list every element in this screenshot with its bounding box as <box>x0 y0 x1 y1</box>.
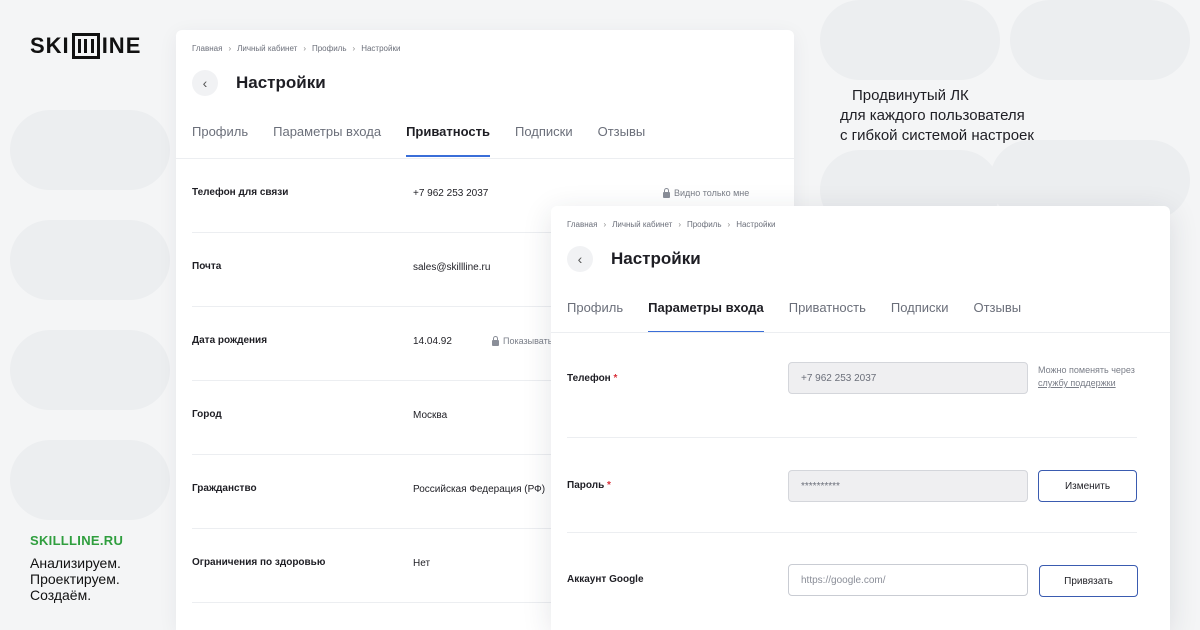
logo-text-left: SKI <box>30 33 70 58</box>
breadcrumb-item: Настройки <box>361 44 401 53</box>
visibility-label: Видно только мне <box>674 188 750 198</box>
tab-subscriptions[interactable]: Подписки <box>891 300 949 333</box>
chevron-right-icon: › <box>352 44 356 53</box>
chevron-right-icon: › <box>303 44 306 53</box>
password-label-text: Пароль <box>567 480 605 491</box>
row-label: Город <box>192 409 222 420</box>
row-value: sales@skillline.ru <box>413 262 491 273</box>
logo-text-right: INE <box>101 33 142 58</box>
tab-privacy[interactable]: Приватность <box>789 300 866 333</box>
lock-icon <box>663 187 670 198</box>
tab-login-params[interactable]: Параметры входа <box>648 300 764 333</box>
row-label: Ограничения по здоровью <box>192 557 326 568</box>
back-button[interactable]: ‹ <box>192 70 218 96</box>
row-value: 14.04.92 <box>413 336 452 347</box>
brand-url: SKILLLINE.RU <box>30 533 124 548</box>
visibility-selector[interactable]: Показывать <box>492 335 553 346</box>
breadcrumb: Главная › Личный кабинет › Профиль › Нас… <box>192 44 400 53</box>
visibility-label: Показывать <box>503 336 553 346</box>
breadcrumb-item: Настройки <box>736 220 776 229</box>
row-value: Нет <box>413 558 431 569</box>
bg-decor <box>10 330 170 410</box>
brand-line: Анализируем. <box>30 555 121 571</box>
change-password-button[interactable]: Изменить <box>1038 470 1137 502</box>
login-row-password: Пароль * ********** Изменить <box>567 439 1137 533</box>
back-button[interactable]: ‹ <box>567 246 593 272</box>
row-label: Телефон для связи <box>192 187 289 198</box>
chevron-left-icon: ‹ <box>202 75 208 91</box>
tab-subscriptions[interactable]: Подписки <box>515 124 573 157</box>
tagline: Продвинутый ЛК для каждого пользователя … <box>840 86 1034 146</box>
chevron-right-icon: › <box>603 220 607 229</box>
logo-mark-icon <box>71 33 100 59</box>
logo: SKI INE <box>30 33 141 59</box>
tagline-line: с гибкой системой настроек <box>840 127 1034 144</box>
google-account-input[interactable]: https://google.com/ <box>788 564 1028 596</box>
tab-login-params[interactable]: Параметры входа <box>273 124 381 157</box>
tabs: Профиль Параметры входа Приватность Подп… <box>192 124 645 157</box>
chevron-right-icon: › <box>678 220 681 229</box>
chevron-right-icon: › <box>228 44 232 53</box>
page-header: ‹ Настройки <box>192 70 326 96</box>
chevron-right-icon: › <box>727 220 731 229</box>
phone-hint: Можно поменять через службу поддержки <box>1038 364 1135 390</box>
link-google-button[interactable]: Привязать <box>1039 565 1138 597</box>
page-title: Настройки <box>611 249 701 268</box>
tabs: Профиль Параметры входа Приватность Подп… <box>567 300 1021 333</box>
row-label: Дата рождения <box>192 335 268 346</box>
breadcrumb-item[interactable]: Главная <box>192 44 222 53</box>
row-value: +7 962 253 2037 <box>413 188 489 199</box>
phone-hint-text: Можно поменять через <box>1038 365 1135 375</box>
password-field: ********** <box>788 470 1028 502</box>
google-label: Аккаунт Google <box>567 574 644 585</box>
page-header: ‹ Настройки <box>567 246 701 272</box>
bg-decor <box>1010 0 1190 80</box>
tab-profile[interactable]: Профиль <box>192 124 248 157</box>
required-mark: * <box>613 373 618 384</box>
lock-icon <box>492 335 499 346</box>
brand-line: Создаём. <box>30 587 92 603</box>
bg-decor <box>10 110 170 190</box>
tab-reviews[interactable]: Отзывы <box>598 124 646 157</box>
row-value: Российская Федерация (РФ) <box>413 484 546 495</box>
phone-label-text: Телефон <box>567 373 611 384</box>
phone-label: Телефон * <box>567 373 617 384</box>
login-row-google: Аккаунт Google https://google.com/ Привя… <box>567 534 1138 630</box>
login-row-phone: Телефон * +7 962 253 2037 Можно поменять… <box>567 333 1137 438</box>
visibility-selector[interactable]: Видно только мне <box>663 187 750 198</box>
breadcrumb-item[interactable]: Личный кабинет <box>237 44 297 53</box>
tagline-line: Продвинутый ЛК <box>852 87 969 104</box>
row-label: Гражданство <box>192 483 257 494</box>
support-link[interactable]: службу поддержки <box>1038 378 1116 388</box>
tagline-line: для каждого пользователя <box>840 107 1025 124</box>
breadcrumb-item[interactable]: Профиль <box>312 44 347 53</box>
breadcrumb-item[interactable]: Профиль <box>687 220 722 229</box>
tab-profile[interactable]: Профиль <box>567 300 623 333</box>
breadcrumb-item[interactable]: Личный кабинет <box>612 220 672 229</box>
chevron-left-icon: ‹ <box>577 251 583 267</box>
breadcrumb-item[interactable]: Главная <box>567 220 597 229</box>
phone-field: +7 962 253 2037 <box>788 362 1028 394</box>
tab-reviews[interactable]: Отзывы <box>973 300 1021 333</box>
page-title: Настройки <box>236 73 326 92</box>
row-value: Москва <box>413 410 448 421</box>
bg-decor <box>10 220 170 300</box>
row-label: Почта <box>192 261 222 272</box>
brand-block: SKILLLINE.RU Анализируем. Проектируем. С… <box>30 533 123 603</box>
bg-decor <box>820 0 1000 80</box>
bg-decor <box>10 440 170 520</box>
required-mark: * <box>607 480 611 491</box>
brand-line: Проектируем. <box>30 571 120 587</box>
tab-privacy[interactable]: Приватность <box>406 124 490 157</box>
breadcrumb: Главная › Личный кабинет › Профиль › Нас… <box>567 220 775 229</box>
settings-card-login: Главная › Личный кабинет › Профиль › Нас… <box>551 206 1170 630</box>
password-label: Пароль * <box>567 480 611 491</box>
